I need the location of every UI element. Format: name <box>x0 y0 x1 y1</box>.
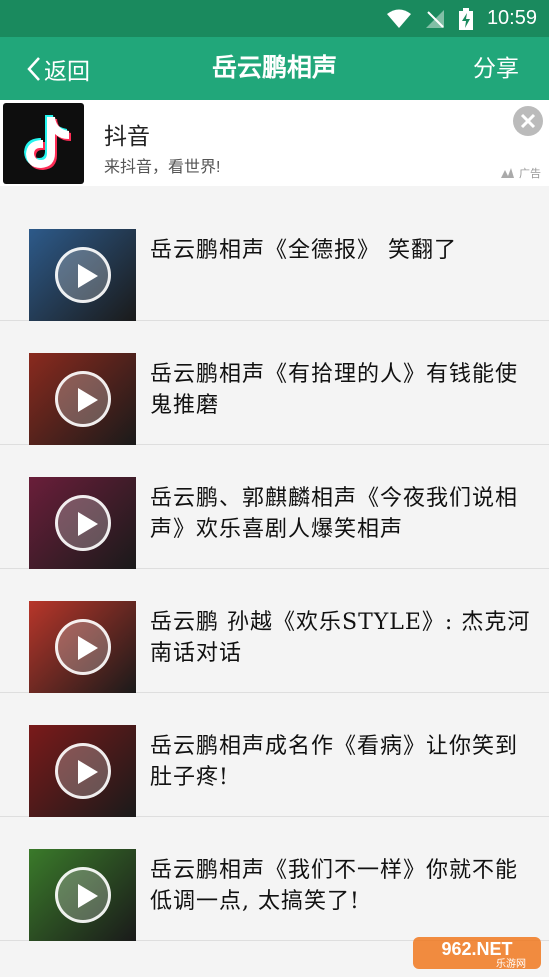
ad-close-button[interactable] <box>513 106 543 140</box>
video-title[interactable]: 岳云鹏 孙越《欢乐STYLE》: 杰克河南话对话 <box>150 607 535 669</box>
list-item[interactable]: 岳云鹏、郭麒麟相声《今夜我们说相声》欢乐喜剧人爆笑相声 <box>0 445 549 569</box>
list-item[interactable]: 岳云鹏相声《我们不一样》你就不能低调一点, 太搞笑了! <box>0 817 549 941</box>
video-thumbnail[interactable] <box>29 849 136 941</box>
video-thumbnail[interactable] <box>29 477 136 569</box>
ad-banner[interactable]: 抖音 来抖音，看世界! 广告 <box>0 100 549 186</box>
close-icon <box>513 106 543 136</box>
video-thumbnail[interactable] <box>29 601 136 693</box>
video-title[interactable]: 岳云鹏相声成名作《看病》让你笑到肚子疼! <box>150 731 535 793</box>
video-thumbnail[interactable] <box>29 353 136 445</box>
video-list: 岳云鹏相声《全德报》 笑翻了岳云鹏相声《有拾理的人》有钱能使鬼推磨 岳云鹏、郭麒麟… <box>0 197 549 941</box>
wifi-icon <box>386 9 411 28</box>
play-icon[interactable] <box>55 619 111 675</box>
video-title[interactable]: 岳云鹏相声《全德报》 笑翻了 <box>150 235 535 266</box>
ad-subtitle: 来抖音，看世界! <box>104 159 221 176</box>
list-item[interactable]: 岳云鹏相声《有拾理的人》有钱能使鬼推磨 <box>0 321 549 445</box>
ad-badge: 广告 <box>501 165 541 181</box>
status-bar: 10:59 <box>0 0 549 37</box>
watermark-logo-icon: 962.NET 乐游网 <box>413 937 541 970</box>
video-thumbnail[interactable] <box>29 229 136 321</box>
watermark-text: 962.NET <box>441 939 512 959</box>
list-item[interactable]: 岳云鹏相声《全德报》 笑翻了 <box>0 197 549 321</box>
video-title[interactable]: 岳云鹏相声《有拾理的人》有钱能使鬼推磨 <box>150 359 535 421</box>
video-title[interactable]: 岳云鹏相声《我们不一样》你就不能低调一点, 太搞笑了! <box>150 855 535 917</box>
play-icon[interactable] <box>55 743 111 799</box>
video-title[interactable]: 岳云鹏、郭麒麟相声《今夜我们说相声》欢乐喜剧人爆笑相声 <box>150 483 535 545</box>
share-button[interactable]: 分享 <box>473 37 519 100</box>
status-time: 10:59 <box>486 7 537 29</box>
video-thumbnail[interactable] <box>29 725 136 817</box>
list-item[interactable]: 岳云鹏相声成名作《看病》让你笑到肚子疼! <box>0 693 549 817</box>
tiktok-logo-icon <box>3 103 84 184</box>
battery-charging-icon <box>458 7 473 30</box>
no-signal-icon <box>425 9 444 28</box>
play-icon[interactable] <box>55 495 111 551</box>
app-bar: 返回 岳云鹏相声 分享 <box>0 37 549 100</box>
play-icon[interactable] <box>55 371 111 427</box>
list-item[interactable]: 岳云鹏 孙越《欢乐STYLE》: 杰克河南话对话 <box>0 569 549 693</box>
play-icon[interactable] <box>55 247 111 303</box>
play-icon[interactable] <box>55 867 111 923</box>
ad-title: 抖音 <box>104 123 150 149</box>
watermark-sub: 乐游网 <box>496 957 526 970</box>
ad-mark-icon <box>501 168 514 178</box>
page-title: 岳云鹏相声 <box>211 54 337 82</box>
